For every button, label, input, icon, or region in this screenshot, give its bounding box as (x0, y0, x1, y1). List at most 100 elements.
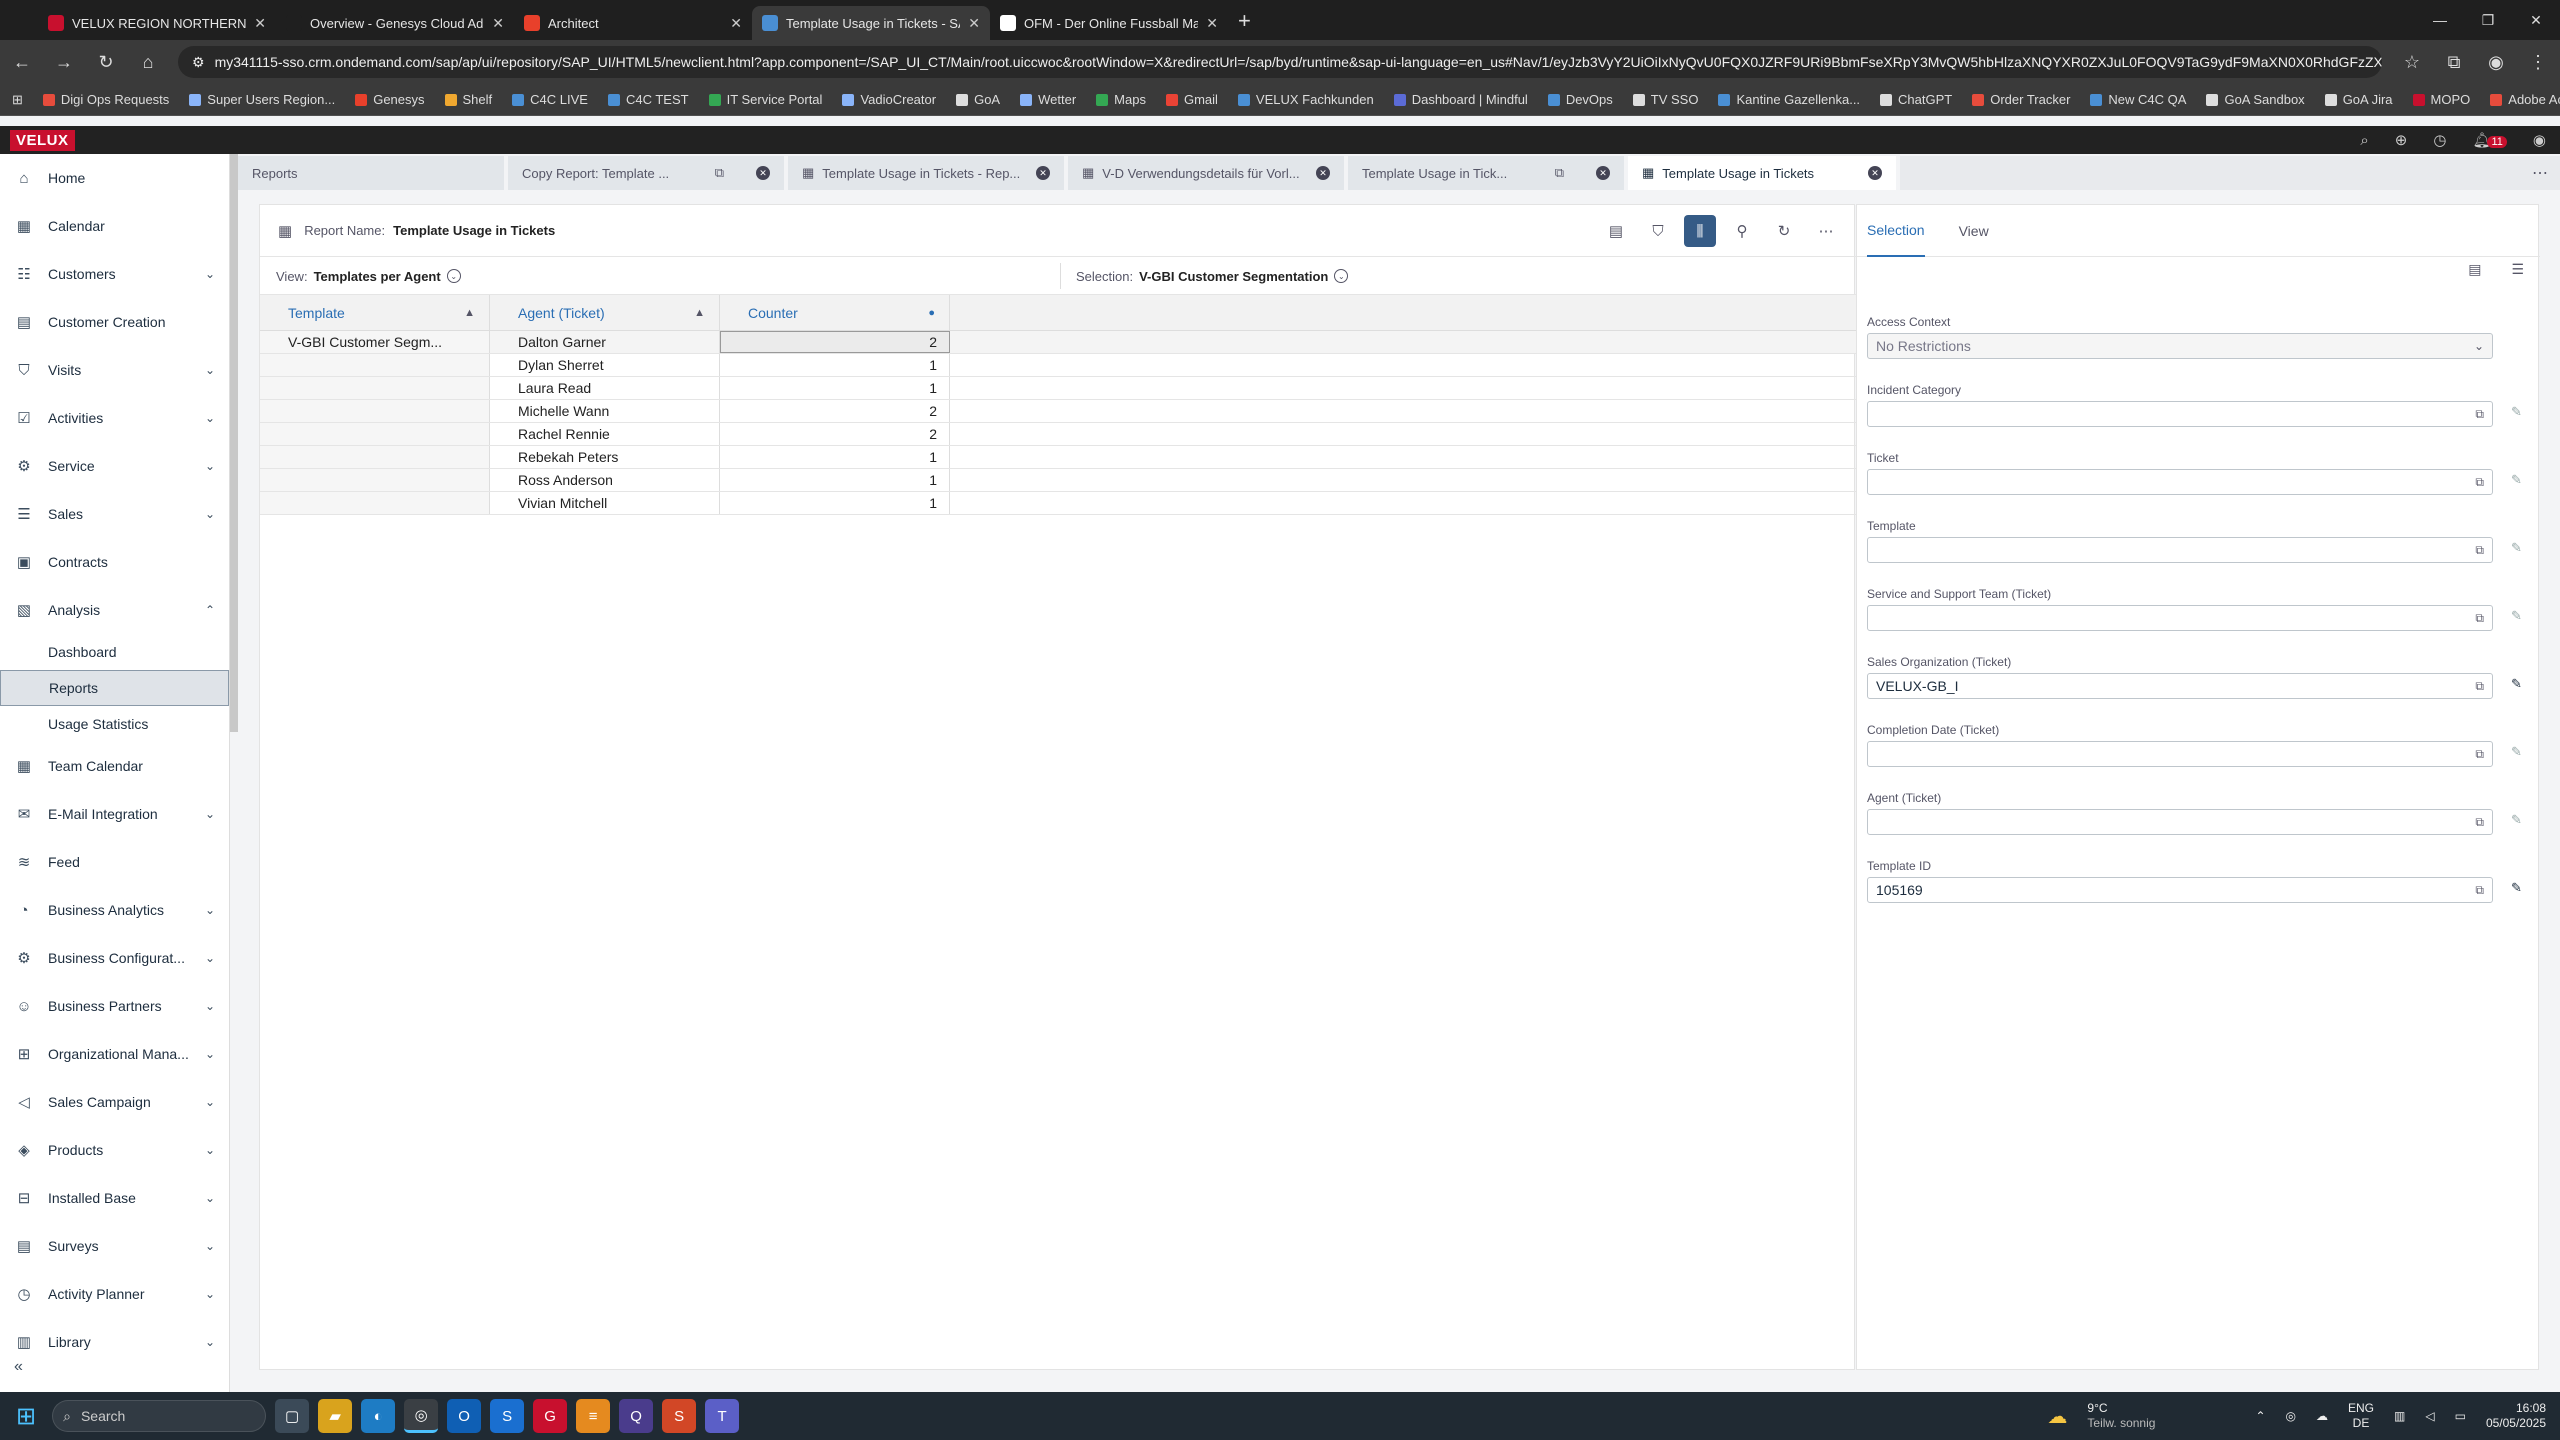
bookmark-item[interactable]: Genesys (355, 92, 425, 107)
site-info-icon[interactable]: ⚙ (192, 54, 205, 71)
field-input[interactable]: ⧉ (1867, 401, 2493, 427)
sidebar-subitem-reports[interactable]: Reports (0, 670, 229, 706)
collapse-sidebar-icon[interactable]: « (14, 1358, 23, 1376)
chrome-icon[interactable]: ◎ (404, 1399, 439, 1433)
save-variant-icon[interactable]: ▤ (2468, 261, 2481, 278)
manage-variants-icon[interactable]: ☰ (2511, 261, 2524, 278)
eraser-icon[interactable]: ✎ (2511, 812, 2522, 828)
extensions-icon[interactable]: ⧉ (2442, 52, 2466, 73)
url-field[interactable]: ⚙ my341115-sso.crm.ondemand.com/sap/ap/u… (178, 46, 2382, 78)
table-row[interactable]: Rachel Rennie 2 (260, 423, 1856, 446)
close-tab-icon[interactable]: ✕ (968, 15, 980, 32)
sidebar-item-business-partners[interactable]: ☺ Business Partners ⌄ (0, 982, 229, 1030)
edge-icon[interactable]: ◐ (361, 1399, 396, 1433)
chevron-down-icon[interactable]: ⌄ (2474, 339, 2484, 353)
close-tab-icon[interactable]: ✕ (1036, 166, 1050, 180)
browser-tab[interactable]: Architect ✕ (514, 6, 752, 40)
bookmark-item[interactable]: GoA (956, 92, 1000, 107)
task-view-icon[interactable]: ▢ (275, 1399, 310, 1433)
view-dropdown-icon[interactable]: ⌄ (446, 269, 461, 283)
sidebar-item-calendar[interactable]: ▦ Calendar (0, 202, 229, 250)
table-row[interactable]: Dylan Sherret 1 (260, 354, 1856, 377)
chevron-down-icon[interactable]: ⌄ (205, 507, 215, 521)
chevron-down-icon[interactable]: ⌄ (205, 1047, 215, 1061)
sort-icon[interactable]: ▲ (464, 307, 475, 319)
notifications-icon[interactable]: 🔔︎11 (2472, 131, 2507, 149)
table-row[interactable]: Ross Anderson 1 (260, 469, 1856, 492)
close-tab-icon[interactable]: ✕ (1868, 166, 1882, 180)
bookmark-item[interactable]: Maps (1096, 92, 1146, 107)
eraser-icon[interactable]: ✎ (2511, 676, 2522, 692)
sidebar-subitem-usage-statistics[interactable]: Usage Statistics (0, 706, 229, 742)
sidebar-item-customer-creation[interactable]: ▤ Customer Creation (0, 298, 229, 346)
table-row[interactable]: V-GBI Customer Segm... Dalton Garner 2 (260, 331, 1856, 354)
sidebar-item-installed-base[interactable]: ⊟ Installed Base ⌄ (0, 1174, 229, 1222)
sidebar-item-surveys[interactable]: ▤ Surveys ⌄ (0, 1222, 229, 1270)
app-tab[interactable]: Copy Report: Template ... ⧉ ✕ (508, 156, 788, 190)
field-input[interactable]: VELUX-GB_I ⧉ (1867, 673, 2493, 699)
file-explorer-icon[interactable]: ▰ (318, 1399, 353, 1433)
field-input[interactable]: ⧉ (1867, 469, 2493, 495)
recent-icon[interactable]: ◷ (2433, 131, 2446, 149)
hierarchy-icon[interactable]: ⚲ (1726, 215, 1758, 247)
teams-icon[interactable]: T (705, 1399, 740, 1433)
outlook-icon[interactable]: O (447, 1399, 482, 1433)
close-tab-icon[interactable]: ✕ (730, 15, 742, 32)
counter-cell[interactable]: 2 (720, 400, 950, 422)
tray-expand-icon[interactable]: ⌃ (2255, 1409, 2265, 1423)
column-header-counter[interactable]: Counter ● (720, 295, 950, 330)
filter-icon[interactable]: ⛉ (1642, 215, 1674, 247)
sidebar-subitem-dashboard[interactable]: Dashboard (0, 634, 229, 670)
close-tab-icon[interactable]: ✕ (756, 166, 770, 180)
value-help-icon[interactable]: ⧉ (2475, 679, 2484, 694)
volume-icon[interactable]: ◁ (2425, 1409, 2434, 1423)
clock[interactable]: 16:08 05/05/2025 (2486, 1401, 2546, 1431)
restore-icon[interactable]: ❐ (2464, 0, 2512, 40)
bookmark-item[interactable]: GoA Sandbox (2206, 92, 2305, 107)
chevron-down-icon[interactable]: ⌄ (205, 267, 215, 281)
table-row[interactable]: Laura Read 1 (260, 377, 1856, 400)
eraser-icon[interactable]: ✎ (2511, 744, 2522, 760)
sidebar-item-analysis[interactable]: ▧ Analysis ⌃ (0, 586, 229, 634)
more-icon[interactable]: ⋯ (1810, 215, 1842, 247)
bookmark-item[interactable]: VadioCreator (842, 92, 936, 107)
value-help-icon[interactable]: ⧉ (2475, 611, 2484, 626)
sidebar-item-e-mail-integration[interactable]: ✉ E-Mail Integration ⌄ (0, 790, 229, 838)
bookmark-item[interactable]: Order Tracker (1972, 92, 2070, 107)
chevron-down-icon[interactable]: ⌄ (205, 363, 215, 377)
sidebar-item-activities[interactable]: ☑ Activities ⌄ (0, 394, 229, 442)
bookmark-item[interactable]: New C4C QA (2090, 92, 2186, 107)
sidebar-item-business-configurat-[interactable]: ⚙ Business Configurat... ⌄ (0, 934, 229, 982)
bookmark-item[interactable]: Shelf (444, 92, 492, 107)
chevron-down-icon[interactable]: ⌄ (205, 411, 215, 425)
table-row[interactable]: Michelle Wann 2 (260, 400, 1856, 423)
sort-icon[interactable]: ▲ (694, 307, 705, 319)
close-tab-icon[interactable]: ✕ (1596, 166, 1610, 180)
chevron-down-icon[interactable]: ⌄ (205, 951, 215, 965)
tab-view[interactable]: View (1959, 205, 1989, 257)
sidebar-item-service[interactable]: ⚙ Service ⌄ (0, 442, 229, 490)
sidebar-item-organizational-mana-[interactable]: ⊞ Organizational Mana... ⌄ (0, 1030, 229, 1078)
app-tab[interactable]: Reports (238, 156, 508, 190)
eraser-icon[interactable]: ✎ (2511, 540, 2522, 556)
eraser-icon[interactable]: ✎ (2511, 404, 2522, 420)
sidebar-item-team-calendar[interactable]: ▦ Team Calendar (0, 742, 229, 790)
tab-overflow-icon[interactable]: ⋯ (2532, 163, 2548, 183)
value-help-icon[interactable]: ⧉ (2475, 883, 2484, 898)
reload-icon[interactable]: ↻ (94, 52, 118, 73)
minimize-icon[interactable]: — (2416, 0, 2464, 40)
app-tab[interactable]: Template Usage in Tick... ⧉ ✕ (1348, 156, 1628, 190)
chevron-down-icon[interactable]: ⌄ (205, 1191, 215, 1205)
counter-cell[interactable]: 2 (720, 331, 950, 353)
close-tab-icon[interactable]: ✕ (254, 15, 266, 32)
bookmark-item[interactable]: Super Users Region... (189, 92, 335, 107)
chevron-down-icon[interactable]: ⌄ (205, 807, 215, 821)
stacked-app-icon[interactable]: ≡ (576, 1399, 611, 1433)
bookmark-item[interactable]: VELUX Fachkunden (1237, 92, 1374, 107)
sidebar-item-library[interactable]: ▥ Library ⌄ (0, 1318, 229, 1366)
bookmark-item[interactable]: C4C TEST (607, 92, 689, 107)
onedrive-icon[interactable]: ☁ (2316, 1409, 2328, 1423)
sidebar-item-contracts[interactable]: ▣ Contracts (0, 538, 229, 586)
column-header-template[interactable]: Template ▲ (260, 295, 490, 330)
bookmark-item[interactable]: TV SSO (1632, 92, 1698, 107)
